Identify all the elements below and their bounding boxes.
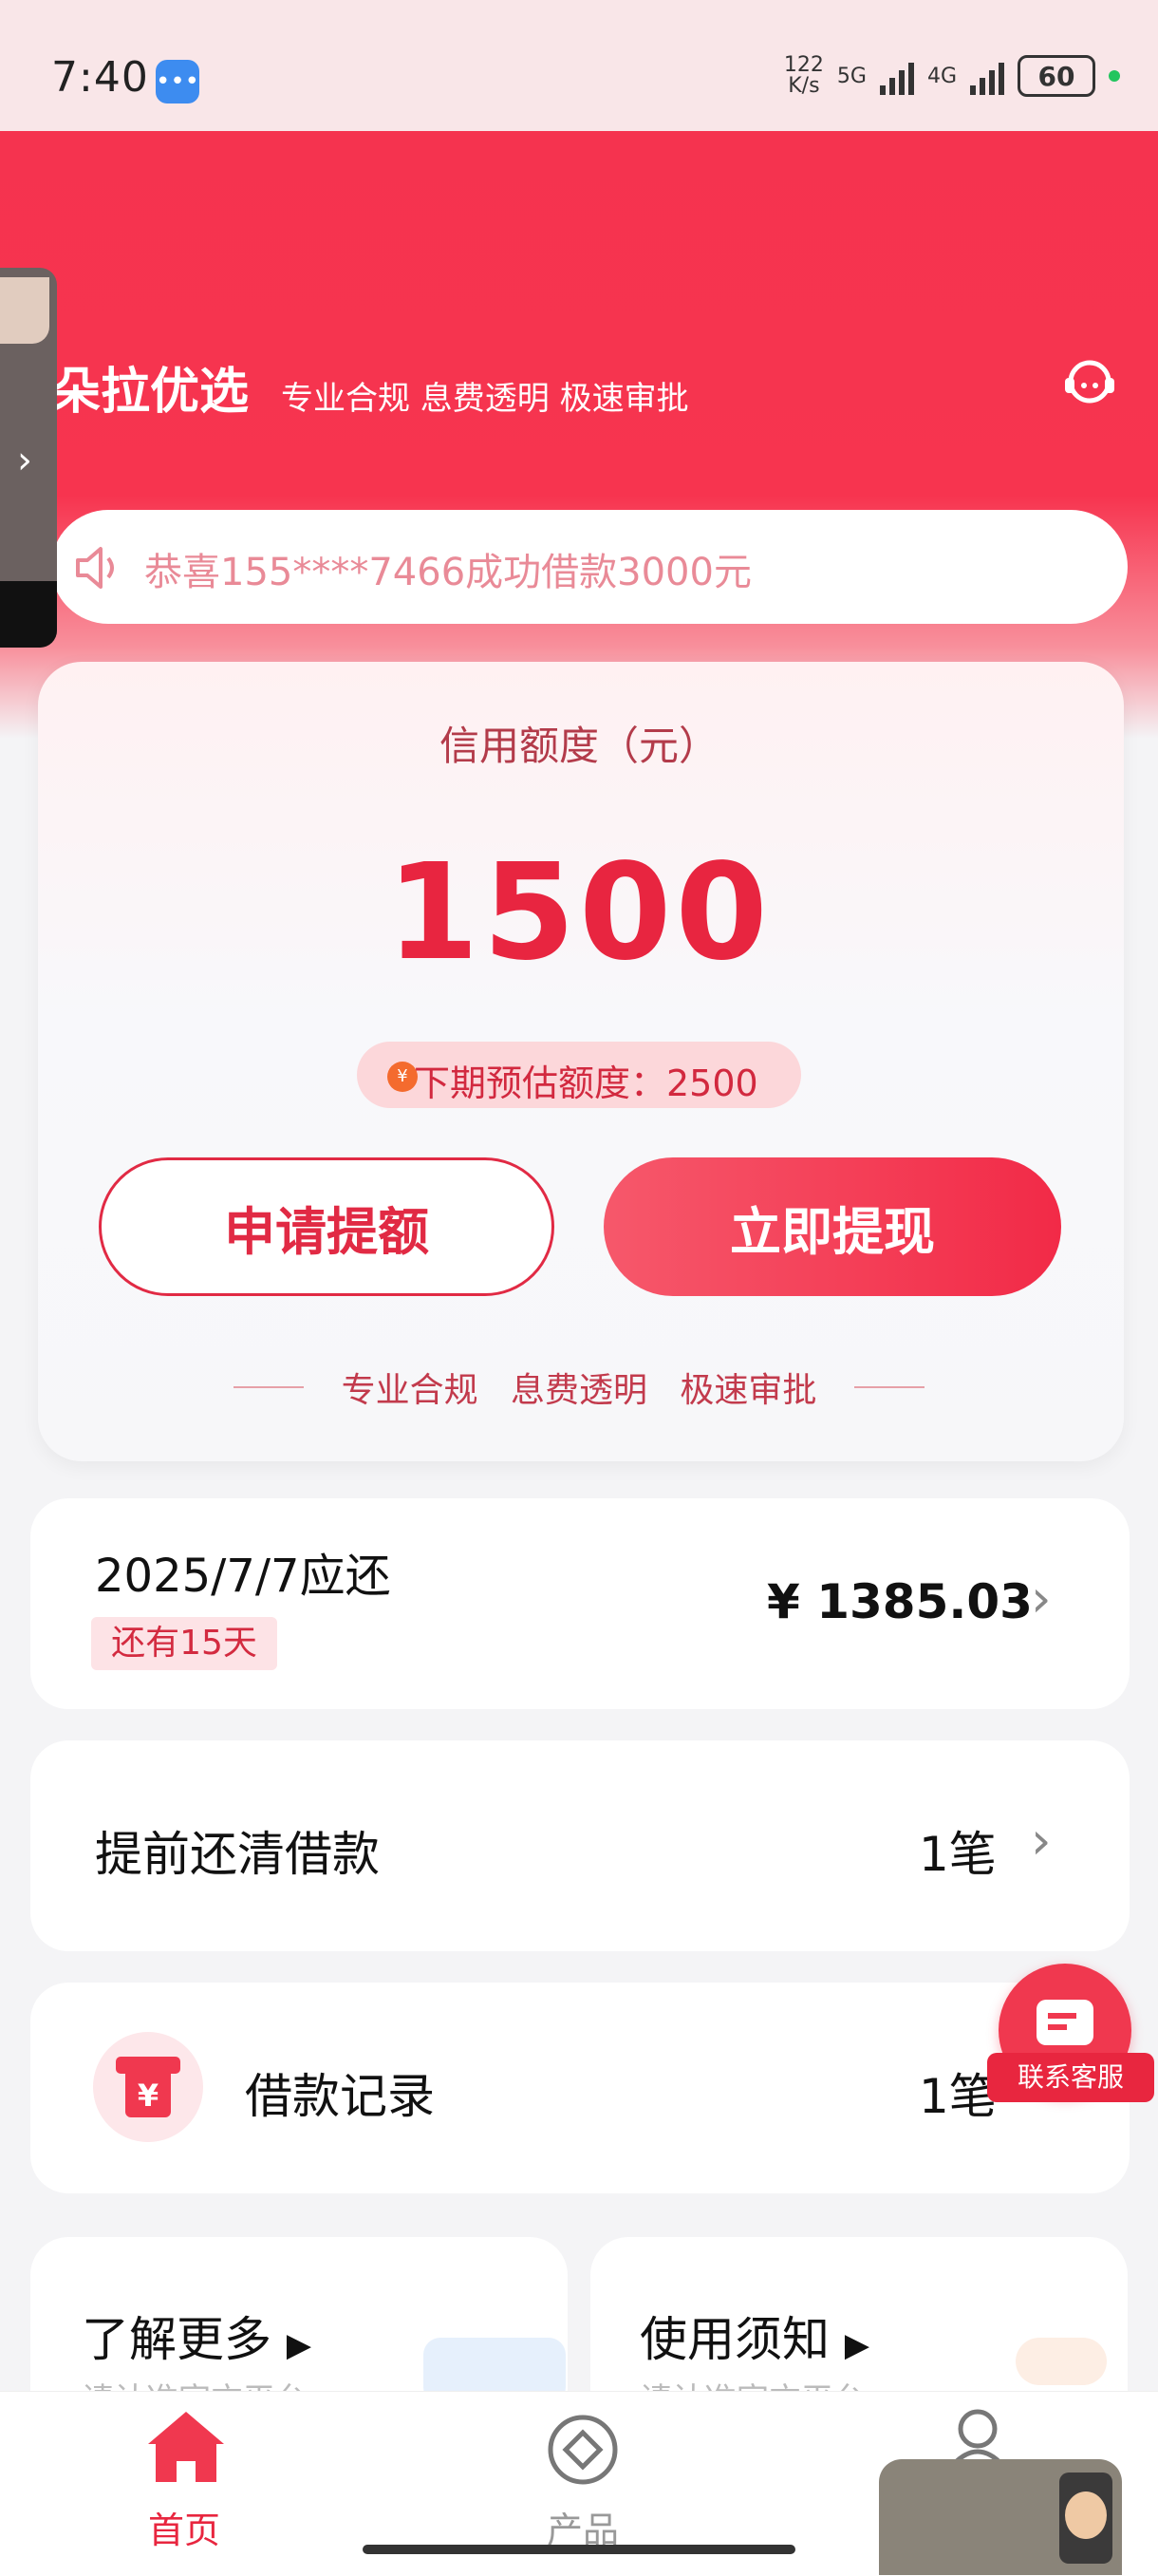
brand-title: 朵拉优选: [51, 364, 250, 421]
withdraw-now-button[interactable]: 立即提现: [604, 1157, 1061, 1296]
home-indicator[interactable]: [363, 2545, 795, 2554]
chevron-right-icon[interactable]: ›: [1031, 1811, 1052, 1871]
due-date-label: 2025/7/7应还: [95, 1550, 391, 1603]
contact-service-fab[interactable]: 联系客服: [987, 1964, 1154, 2106]
status-indicators: 122 K/s 5G 4G 60: [784, 55, 1120, 97]
next-estimate-text: 下期预估额度：2500: [414, 1062, 758, 1104]
signal-icon-2: [970, 57, 1004, 95]
floating-video-left[interactable]: ›: [0, 268, 57, 648]
contact-service-label: 联系客服: [987, 2053, 1154, 2102]
nav-home-label[interactable]: 首页: [148, 2501, 220, 2553]
announcement-text: 恭喜155****7466成功借款3000元: [144, 551, 752, 594]
credit-tagline: 专业合规 息费透明 极速审批: [341, 1371, 817, 1410]
floating-video-right[interactable]: [879, 2459, 1122, 2575]
network-speed: 122 K/s: [783, 53, 824, 98]
status-time: 7:40: [51, 53, 149, 102]
message-app-icon: •••: [156, 60, 199, 103]
chevron-right-icon[interactable]: ›: [17, 439, 32, 482]
video-self-face: [1065, 2491, 1107, 2539]
yuan-receipt-icon: ¥: [116, 2057, 180, 2117]
loan-records-label: 借款记录: [245, 2069, 435, 2124]
brand-slogan: 专业合规 息费透明 极速审批: [281, 380, 689, 418]
caret-right-icon: ▶: [844, 2326, 870, 2364]
video-thumbnail: [0, 277, 49, 344]
loan-records-count: 1笔: [919, 2069, 997, 2124]
home-icon[interactable]: [144, 2408, 228, 2486]
battery-icon: 60: [1018, 55, 1095, 97]
days-left-badge: 还有15天: [91, 1617, 277, 1670]
credit-amount: 1500: [386, 836, 772, 990]
customer-service-headset-icon[interactable]: [1061, 353, 1118, 410]
learn-more-title: 了解更多 ▶: [82, 2312, 312, 2367]
divider-line-right: [854, 1386, 925, 1388]
signal-icon: [879, 57, 914, 95]
network-4g: 4G: [926, 64, 957, 88]
usage-notice-illustration: [1016, 2338, 1107, 2385]
network-5g: 5G: [836, 64, 867, 88]
usage-notice-title: 使用须知 ▶: [640, 2312, 870, 2367]
video-dark-area: [0, 581, 57, 648]
battery-level: 60: [1037, 60, 1075, 92]
early-repay-count: 1笔: [919, 1827, 997, 1882]
header-banner: [0, 131, 1158, 739]
due-amount: ¥ 1385.03: [767, 1574, 1033, 1629]
caret-right-icon: ▶: [286, 2326, 312, 2364]
credit-label: 信用额度（元）: [439, 723, 719, 769]
svg-text:¥: ¥: [138, 2078, 159, 2114]
early-repay-label: 提前还清借款: [95, 1827, 380, 1882]
chevron-right-icon[interactable]: ›: [1031, 1569, 1052, 1628]
apply-increase-button[interactable]: 申请提额: [99, 1157, 554, 1296]
product-diamond-icon[interactable]: [545, 2412, 621, 2488]
privacy-indicator-icon: [1109, 70, 1120, 82]
profile-icon[interactable]: [947, 2406, 1008, 2467]
speaker-icon: [76, 547, 114, 589]
